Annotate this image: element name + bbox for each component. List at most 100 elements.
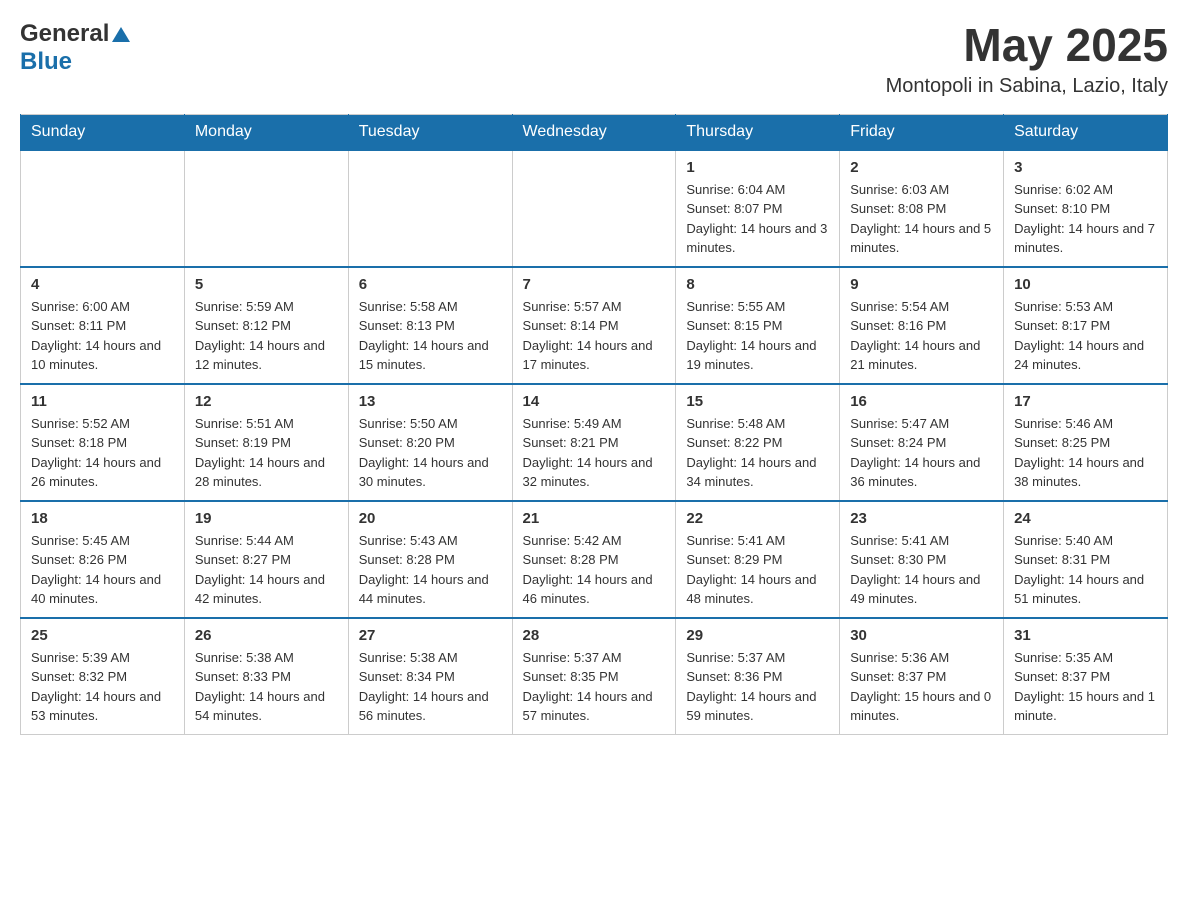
calendar-cell: 28 Sunrise: 5:37 AM Sunset: 8:35 PM Dayli… bbox=[512, 618, 676, 735]
day-number: 27 bbox=[359, 627, 502, 644]
calendar-cell: 27 Sunrise: 5:38 AM Sunset: 8:34 PM Dayli… bbox=[348, 618, 512, 735]
day-number: 1 bbox=[686, 159, 829, 176]
day-info: Sunrise: 6:04 AM Sunset: 8:07 PM Dayligh… bbox=[686, 180, 829, 258]
day-number: 19 bbox=[195, 510, 338, 527]
day-number: 6 bbox=[359, 276, 502, 293]
day-info: Sunrise: 5:41 AM Sunset: 8:30 PM Dayligh… bbox=[850, 531, 993, 609]
calendar-cell: 13Sunrise: 5:50 AM Sunset: 8:20 PM Dayli… bbox=[348, 384, 512, 501]
day-number: 15 bbox=[686, 393, 829, 410]
page-header: General Blue May 2025 Montopoli in Sabin… bbox=[20, 20, 1168, 98]
day-number: 29 bbox=[686, 627, 829, 644]
day-number: 21 bbox=[523, 510, 666, 527]
calendar-week-row: 11 Sunrise: 5:52 AM Sunset: 8:18 PM Dayli… bbox=[21, 384, 1168, 501]
calendar-cell: 9 Sunrise: 5:54 AM Sunset: 8:16 PM Daylig… bbox=[840, 267, 1004, 384]
day-number: 9 bbox=[850, 276, 993, 293]
day-of-week-header: Friday bbox=[840, 114, 1004, 150]
calendar-cell: 21Sunrise: 5:42 AM Sunset: 8:28 PM Dayli… bbox=[512, 501, 676, 618]
logo-blue-text: Blue bbox=[20, 48, 72, 75]
calendar-cell: 18Sunrise: 5:45 AM Sunset: 8:26 PM Dayli… bbox=[21, 501, 185, 618]
day-info: Sunrise: 5:51 AM Sunset: 8:19 PM Dayligh… bbox=[195, 414, 338, 492]
day-info: Sunrise: 5:40 AM Sunset: 8:31 PM Dayligh… bbox=[1014, 531, 1157, 609]
calendar-header: SundayMondayTuesdayWednesdayThursdayFrid… bbox=[21, 114, 1168, 150]
calendar-cell: 12Sunrise: 5:51 AM Sunset: 8:19 PM Dayli… bbox=[184, 384, 348, 501]
day-info: Sunrise: 5:52 AM Sunset: 8:18 PM Dayligh… bbox=[31, 414, 174, 492]
calendar-cell: 3 Sunrise: 6:02 AM Sunset: 8:10 PM Daylig… bbox=[1004, 150, 1168, 267]
calendar-body: 1 Sunrise: 6:04 AM Sunset: 8:07 PM Daylig… bbox=[21, 150, 1168, 735]
day-number: 25 bbox=[31, 627, 174, 644]
calendar-cell: 17 Sunrise: 5:46 AM Sunset: 8:25 PM Dayli… bbox=[1004, 384, 1168, 501]
day-info: Sunrise: 6:00 AM Sunset: 8:11 PM Dayligh… bbox=[31, 297, 174, 375]
day-info: Sunrise: 6:02 AM Sunset: 8:10 PM Dayligh… bbox=[1014, 180, 1157, 258]
day-info: Sunrise: 5:41 AM Sunset: 8:29 PM Dayligh… bbox=[686, 531, 829, 609]
month-year-title: May 2025 bbox=[886, 20, 1168, 71]
calendar-cell bbox=[348, 150, 512, 267]
title-block: May 2025 Montopoli in Sabina, Lazio, Ita… bbox=[886, 20, 1168, 98]
day-info: Sunrise: 5:49 AM Sunset: 8:21 PM Dayligh… bbox=[523, 414, 666, 492]
calendar-week-row: 1 Sunrise: 6:04 AM Sunset: 8:07 PM Daylig… bbox=[21, 150, 1168, 267]
header-row: SundayMondayTuesdayWednesdayThursdayFrid… bbox=[21, 114, 1168, 150]
calendar-cell: 15 Sunrise: 5:48 AM Sunset: 8:22 PM Dayli… bbox=[676, 384, 840, 501]
calendar-cell bbox=[184, 150, 348, 267]
day-number: 3 bbox=[1014, 159, 1157, 176]
calendar-cell: 16Sunrise: 5:47 AM Sunset: 8:24 PM Dayli… bbox=[840, 384, 1004, 501]
calendar-cell: 26Sunrise: 5:38 AM Sunset: 8:33 PM Dayli… bbox=[184, 618, 348, 735]
day-info: Sunrise: 5:54 AM Sunset: 8:16 PM Dayligh… bbox=[850, 297, 993, 375]
day-number: 7 bbox=[523, 276, 666, 293]
day-info: Sunrise: 5:55 AM Sunset: 8:15 PM Dayligh… bbox=[686, 297, 829, 375]
calendar-cell: 25 Sunrise: 5:39 AM Sunset: 8:32 PM Dayli… bbox=[21, 618, 185, 735]
day-number: 5 bbox=[195, 276, 338, 293]
day-number: 14 bbox=[523, 393, 666, 410]
logo: General Blue bbox=[20, 20, 130, 76]
calendar-cell: 14 Sunrise: 5:49 AM Sunset: 8:21 PM Dayli… bbox=[512, 384, 676, 501]
calendar-cell: 31 Sunrise: 5:35 AM Sunset: 8:37 PM Dayli… bbox=[1004, 618, 1168, 735]
day-info: Sunrise: 5:35 AM Sunset: 8:37 PM Dayligh… bbox=[1014, 648, 1157, 726]
day-info: Sunrise: 5:39 AM Sunset: 8:32 PM Dayligh… bbox=[31, 648, 174, 726]
day-number: 30 bbox=[850, 627, 993, 644]
day-number: 22 bbox=[686, 510, 829, 527]
day-number: 17 bbox=[1014, 393, 1157, 410]
day-number: 11 bbox=[31, 393, 174, 410]
day-info: Sunrise: 5:36 AM Sunset: 8:37 PM Dayligh… bbox=[850, 648, 993, 726]
day-of-week-header: Saturday bbox=[1004, 114, 1168, 150]
location-subtitle: Montopoli in Sabina, Lazio, Italy bbox=[886, 75, 1168, 98]
calendar-cell: 4 Sunrise: 6:00 AM Sunset: 8:11 PM Daylig… bbox=[21, 267, 185, 384]
day-info: Sunrise: 5:44 AM Sunset: 8:27 PM Dayligh… bbox=[195, 531, 338, 609]
day-number: 4 bbox=[31, 276, 174, 293]
calendar-cell: 7 Sunrise: 5:57 AM Sunset: 8:14 PM Daylig… bbox=[512, 267, 676, 384]
day-info: Sunrise: 6:03 AM Sunset: 8:08 PM Dayligh… bbox=[850, 180, 993, 258]
calendar-cell: 5Sunrise: 5:59 AM Sunset: 8:12 PM Daylig… bbox=[184, 267, 348, 384]
day-number: 26 bbox=[195, 627, 338, 644]
day-info: Sunrise: 5:37 AM Sunset: 8:35 PM Dayligh… bbox=[523, 648, 666, 726]
day-info: Sunrise: 5:38 AM Sunset: 8:34 PM Dayligh… bbox=[359, 648, 502, 726]
day-number: 31 bbox=[1014, 627, 1157, 644]
calendar-cell: 23 Sunrise: 5:41 AM Sunset: 8:30 PM Dayli… bbox=[840, 501, 1004, 618]
calendar-week-row: 25 Sunrise: 5:39 AM Sunset: 8:32 PM Dayli… bbox=[21, 618, 1168, 735]
calendar-table: SundayMondayTuesdayWednesdayThursdayFrid… bbox=[20, 114, 1168, 735]
day-number: 18 bbox=[31, 510, 174, 527]
logo-general-text: General bbox=[20, 20, 109, 48]
calendar-week-row: 18Sunrise: 5:45 AM Sunset: 8:26 PM Dayli… bbox=[21, 501, 1168, 618]
day-info: Sunrise: 5:43 AM Sunset: 8:28 PM Dayligh… bbox=[359, 531, 502, 609]
day-info: Sunrise: 5:48 AM Sunset: 8:22 PM Dayligh… bbox=[686, 414, 829, 492]
calendar-cell: 6 Sunrise: 5:58 AM Sunset: 8:13 PM Daylig… bbox=[348, 267, 512, 384]
day-info: Sunrise: 5:58 AM Sunset: 8:13 PM Dayligh… bbox=[359, 297, 502, 375]
calendar-cell: 8Sunrise: 5:55 AM Sunset: 8:15 PM Daylig… bbox=[676, 267, 840, 384]
day-info: Sunrise: 5:46 AM Sunset: 8:25 PM Dayligh… bbox=[1014, 414, 1157, 492]
calendar-cell: 1 Sunrise: 6:04 AM Sunset: 8:07 PM Daylig… bbox=[676, 150, 840, 267]
day-of-week-header: Wednesday bbox=[512, 114, 676, 150]
day-number: 28 bbox=[523, 627, 666, 644]
day-of-week-header: Thursday bbox=[676, 114, 840, 150]
day-number: 2 bbox=[850, 159, 993, 176]
calendar-week-row: 4 Sunrise: 6:00 AM Sunset: 8:11 PM Daylig… bbox=[21, 267, 1168, 384]
day-number: 10 bbox=[1014, 276, 1157, 293]
logo-triangle-icon bbox=[112, 27, 130, 42]
day-number: 23 bbox=[850, 510, 993, 527]
day-number: 24 bbox=[1014, 510, 1157, 527]
calendar-cell bbox=[512, 150, 676, 267]
day-info: Sunrise: 5:47 AM Sunset: 8:24 PM Dayligh… bbox=[850, 414, 993, 492]
day-info: Sunrise: 5:57 AM Sunset: 8:14 PM Dayligh… bbox=[523, 297, 666, 375]
calendar-cell: 30 Sunrise: 5:36 AM Sunset: 8:37 PM Dayli… bbox=[840, 618, 1004, 735]
calendar-cell: 29Sunrise: 5:37 AM Sunset: 8:36 PM Dayli… bbox=[676, 618, 840, 735]
calendar-cell: 20Sunrise: 5:43 AM Sunset: 8:28 PM Dayli… bbox=[348, 501, 512, 618]
day-number: 13 bbox=[359, 393, 502, 410]
